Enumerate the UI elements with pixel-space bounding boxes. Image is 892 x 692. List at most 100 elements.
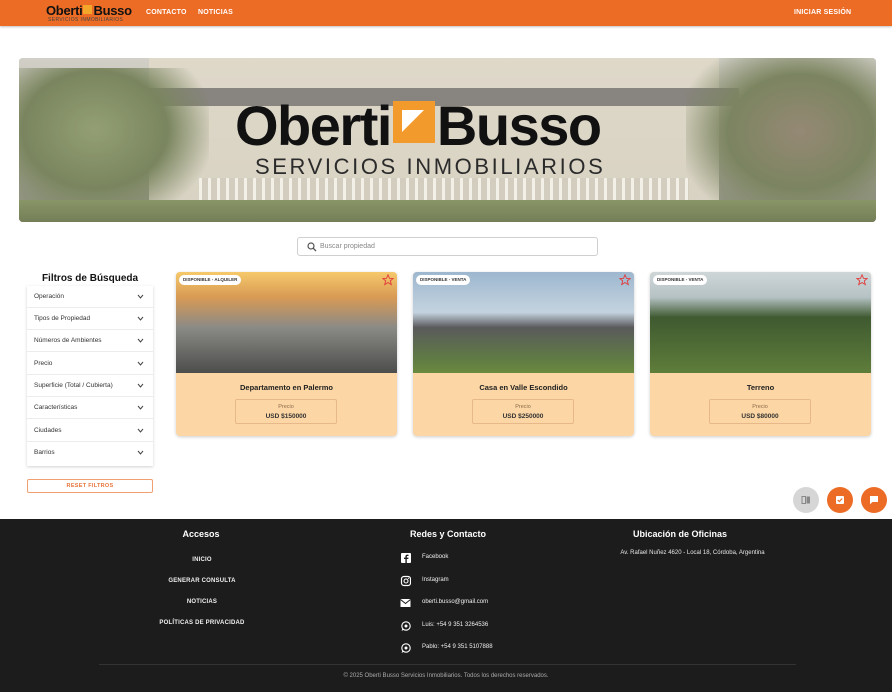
- footer-ubicacion-title: Ubicación de Oficinas: [632, 529, 728, 539]
- filter-ambientes[interactable]: Números de Ambientes: [27, 330, 153, 352]
- price-box: Precio USD $250000: [472, 399, 574, 424]
- chevron-down-icon: [137, 405, 144, 410]
- compare-button[interactable]: [793, 487, 819, 513]
- filter-superficie[interactable]: Superficie (Total / Cubierta): [27, 375, 153, 397]
- status-badge: DISPONIBLE - VENTA: [653, 275, 708, 285]
- footer: Accesos Redes y Contacto Ubicación de Of…: [0, 519, 892, 692]
- price-label: Precio: [752, 404, 768, 410]
- logo-text-oberti: Oberti: [46, 3, 83, 18]
- hero-banner: Oberti Busso SERVICIOS INMOBILIARIOS: [19, 58, 876, 222]
- login-button[interactable]: INICIAR SESIÓN: [794, 9, 851, 16]
- star-icon[interactable]: [382, 274, 394, 286]
- chevron-down-icon: [137, 338, 144, 343]
- logo-arrow-icon: [392, 101, 435, 143]
- filters-title: Filtros de Búsqueda: [41, 273, 139, 284]
- price-label: Precio: [515, 404, 531, 410]
- header-logo-wordmark: Oberti Busso: [46, 3, 132, 18]
- facebook-icon: [401, 553, 411, 563]
- chat-button[interactable]: [861, 487, 887, 513]
- filter-label: Ciudades: [34, 427, 62, 434]
- mail-icon: [400, 599, 411, 607]
- whatsapp-pablo-label: Pablo: +54 9 351 5107888: [422, 644, 493, 650]
- property-photo: [413, 272, 634, 373]
- whatsapp-pablo-link[interactable]: Pablo: +54 9 351 5107888: [397, 642, 512, 654]
- property-title: Terreno: [746, 383, 775, 392]
- filter-tipos-propiedad[interactable]: Tipos de Propiedad: [27, 308, 153, 330]
- facebook-link[interactable]: Facebook: [397, 552, 487, 564]
- filter-label: Barrios: [34, 449, 55, 456]
- facebook-label: Facebook: [422, 554, 449, 560]
- whatsapp-luis-label: Luis: +54 9 351 3264536: [422, 622, 489, 628]
- property-title: Departamento en Palermo: [240, 383, 333, 392]
- filter-label: Precio: [34, 360, 53, 367]
- search-icon: [307, 242, 317, 252]
- property-photo: [650, 272, 871, 373]
- nav-noticias[interactable]: NOTICIAS: [198, 9, 233, 16]
- checkbox-icon: [836, 496, 844, 504]
- property-photo: [176, 272, 397, 373]
- price-value: USD $80000: [741, 413, 779, 420]
- instagram-icon: [400, 575, 411, 587]
- hero-brand-busso: Busso: [436, 94, 602, 157]
- filter-barrios[interactable]: Barrios: [27, 442, 153, 464]
- footer-link-privacidad[interactable]: POLÍTICAS DE PRIVACIDAD: [112, 620, 292, 626]
- footer-accesos-title: Accesos: [182, 529, 220, 539]
- nav-contacto[interactable]: CONTACTO: [146, 9, 187, 16]
- copyright: © 2025 Oberti Busso Servicios Inmobiliar…: [343, 673, 549, 679]
- filter-label: Tipos de Propiedad: [34, 315, 91, 322]
- whatsapp-luis-link[interactable]: Luis: +54 9 351 3264536: [397, 620, 507, 632]
- price-value: USD $150000: [265, 413, 307, 420]
- filter-label: Superficie (Total / Cubierta): [34, 382, 113, 389]
- header-logo-tagline: SERVICIOS INMOBILIARIOS: [48, 17, 124, 23]
- email-label: oberti.busso@gmail.com: [422, 599, 489, 605]
- star-icon[interactable]: [856, 274, 868, 286]
- checklist-button[interactable]: [827, 487, 853, 513]
- filter-caracteristicas[interactable]: Características: [27, 397, 153, 419]
- hero-logo: Oberti Busso SERVICIOS INMOBILIARIOS: [235, 94, 665, 180]
- price-value: USD $250000: [502, 413, 544, 420]
- logo-text-busso: Busso: [93, 3, 132, 18]
- status-badge: DISPONIBLE - ALQUILER: [179, 275, 242, 285]
- footer-divider: [99, 664, 796, 665]
- chevron-down-icon: [137, 450, 144, 455]
- hero-brand-oberti: Oberti: [235, 94, 392, 157]
- header-logo[interactable]: Oberti Busso SERVICIOS INMOBILIARIOS: [46, 3, 132, 23]
- filters-panel: Operación Tipos de Propiedad Números de …: [27, 286, 153, 466]
- chevron-down-icon: [137, 361, 144, 366]
- whatsapp-icon: [401, 621, 411, 631]
- compare-icon: [801, 496, 810, 504]
- footer-link-generar-consulta[interactable]: GENERAR CONSULTA: [112, 578, 292, 584]
- chevron-down-icon: [137, 428, 144, 433]
- filter-operacion[interactable]: Operación: [27, 286, 153, 308]
- top-navbar: Oberti Busso SERVICIOS INMOBILIARIOS CONT…: [0, 0, 892, 26]
- search-placeholder: Buscar propiedad: [320, 243, 375, 250]
- chevron-down-icon: [137, 294, 144, 299]
- filter-label: Números de Ambientes: [34, 337, 102, 344]
- price-box: Precio USD $150000: [235, 399, 337, 424]
- instagram-link[interactable]: Instagram: [397, 575, 487, 587]
- footer-link-inicio[interactable]: INICIO: [112, 557, 292, 563]
- search-input[interactable]: Buscar propiedad: [297, 237, 598, 256]
- star-icon[interactable]: [619, 274, 631, 286]
- property-title: Casa en Valle Escondido: [479, 383, 568, 392]
- property-card[interactable]: DISPONIBLE - VENTA Casa en Valle Escondi…: [413, 272, 634, 436]
- property-card[interactable]: DISPONIBLE - ALQUILER Departamento en Pa…: [176, 272, 397, 436]
- chevron-down-icon: [137, 316, 144, 321]
- filter-label: Características: [34, 404, 78, 411]
- footer-contacto-title: Redes y Contacto: [409, 529, 487, 539]
- property-card[interactable]: DISPONIBLE - VENTA Terreno Precio USD $8…: [650, 272, 871, 436]
- instagram-label: Instagram: [422, 577, 449, 583]
- whatsapp-icon: [401, 643, 411, 653]
- price-box: Precio USD $80000: [709, 399, 811, 424]
- filter-ciudades[interactable]: Ciudades: [27, 420, 153, 442]
- email-link[interactable]: oberti.busso@gmail.com: [397, 597, 507, 609]
- filter-label: Operación: [34, 293, 64, 300]
- hero-logo-wordmark: Oberti Busso: [235, 94, 602, 157]
- footer-link-noticias[interactable]: NOTICIAS: [112, 599, 292, 605]
- chat-icon: [870, 496, 878, 505]
- price-label: Precio: [278, 404, 294, 410]
- status-badge: DISPONIBLE - VENTA: [416, 275, 471, 285]
- filter-precio[interactable]: Precio: [27, 353, 153, 375]
- office-address: Av. Rafael Nuñez 4620 - Local 18, Córdob…: [620, 550, 765, 556]
- reset-filters-button[interactable]: RESET FILTROS: [27, 479, 153, 493]
